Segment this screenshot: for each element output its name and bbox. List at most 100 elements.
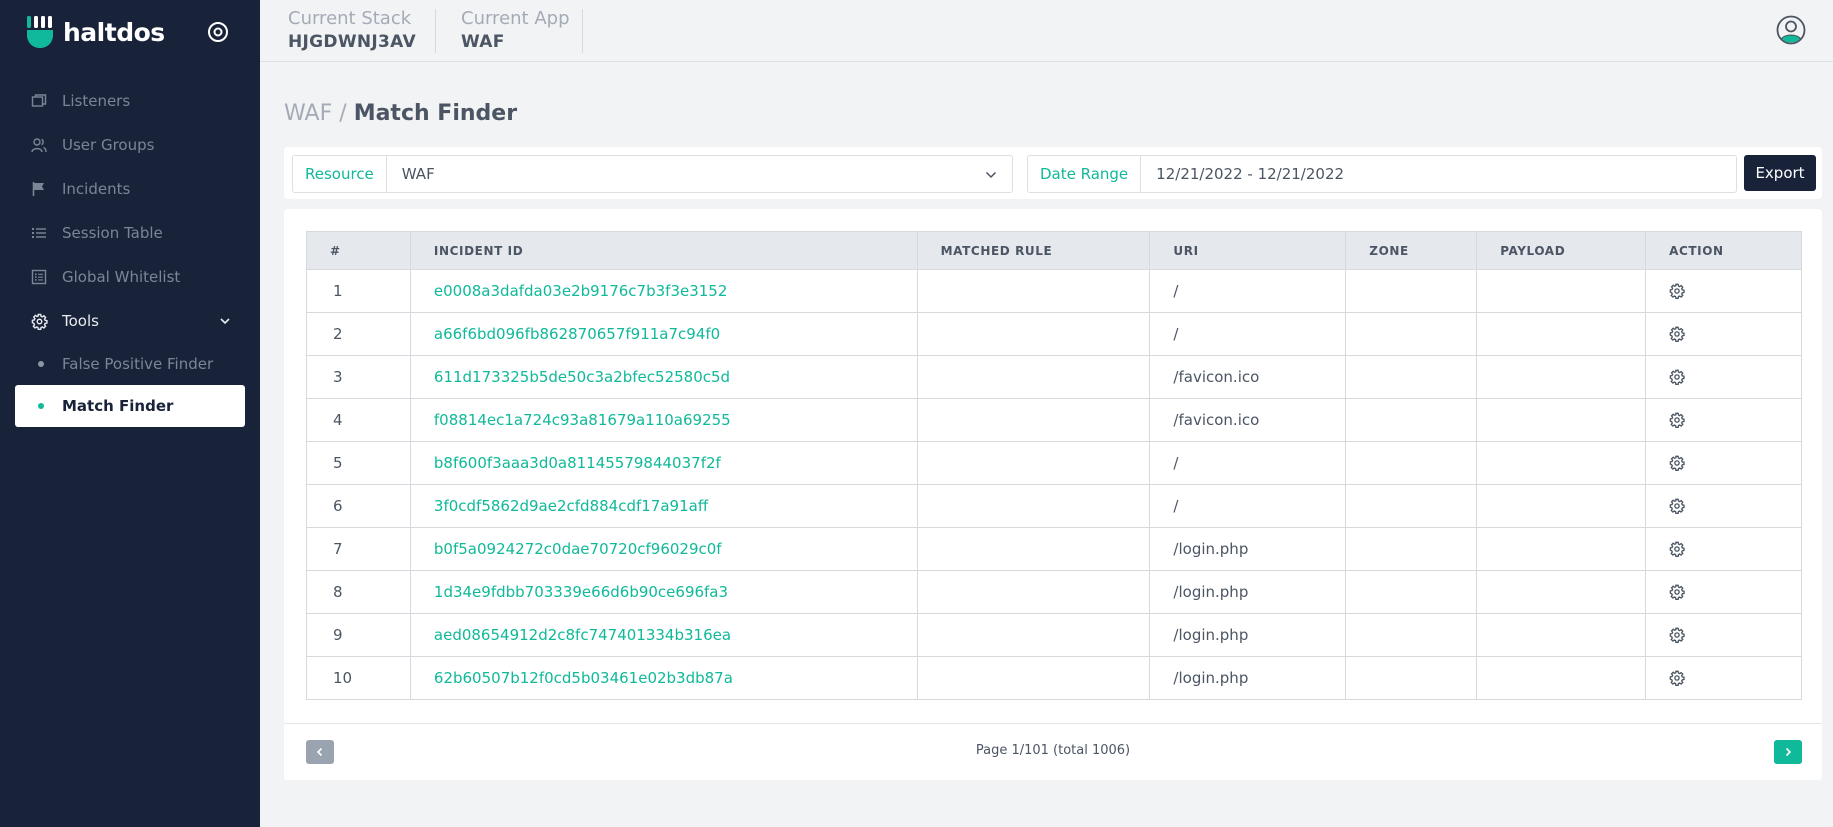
incident-id-link[interactable]: e0008a3dafda03e2b9176c7b3f3e3152 xyxy=(409,269,918,313)
payload-cell xyxy=(1476,398,1647,442)
payload-cell xyxy=(1476,269,1647,313)
action-cell[interactable] xyxy=(1645,527,1802,571)
incident-id-link[interactable]: 611d173325b5de50c3a2bfec52580c5d xyxy=(409,355,918,399)
incident-id-link[interactable]: 3f0cdf5862d9ae2cfd884cdf17a91aff xyxy=(409,484,918,528)
matched-rule-cell xyxy=(916,355,1151,399)
sidebar-item-label: Global Whitelist xyxy=(62,268,181,286)
current-app-label: Current App xyxy=(461,8,570,29)
column-header-matched-rule[interactable]: MATCHED RULE xyxy=(916,231,1151,270)
current-app[interactable]: Current App WAF xyxy=(461,8,570,52)
chevron-right-icon xyxy=(1785,747,1792,757)
action-cell[interactable] xyxy=(1645,355,1802,399)
next-page-button[interactable] xyxy=(1774,740,1802,764)
action-cell[interactable] xyxy=(1645,484,1802,528)
uri-cell: / xyxy=(1149,441,1347,485)
incident-id-link[interactable]: 62b60507b12f0cd5b03461e02b3db87a xyxy=(409,656,918,700)
table-row[interactable]: 10 62b60507b12f0cd5b03461e02b3db87a/login… xyxy=(306,656,1802,700)
matched-rule-cell xyxy=(916,269,1151,313)
date-range-input[interactable]: 12/21/2022 - 12/21/2022 xyxy=(1141,156,1736,192)
export-button[interactable]: Export xyxy=(1744,155,1816,191)
table-row[interactable]: 3 611d173325b5de50c3a2bfec52580c5d/favico… xyxy=(306,355,1802,399)
incident-id-link[interactable]: 1d34e9fdbb703339e66d6b90ce696fa3 xyxy=(409,570,918,614)
incident-id-link[interactable]: a66f6bd096fb862870657f911a7c94f0 xyxy=(409,312,918,356)
sidebar-toggle-icon[interactable] xyxy=(206,20,230,44)
sidebar-subitem-false-positive-finder[interactable]: False Positive Finder xyxy=(0,343,260,385)
gear-icon[interactable] xyxy=(1669,412,1685,428)
table-row[interactable]: 4 f08814ec1a724c93a81679a110a69255/favico… xyxy=(306,398,1802,442)
action-cell[interactable] xyxy=(1645,570,1802,614)
current-stack[interactable]: Current Stack HJGDWNJ3AV xyxy=(288,8,416,52)
breadcrumb-separator: / xyxy=(339,101,347,126)
sidebar-item-tools[interactable]: Tools xyxy=(0,299,260,343)
chevron-down-icon xyxy=(985,171,997,179)
sidebar-item-user-groups[interactable]: User Groups xyxy=(0,123,260,167)
row-index: 2 xyxy=(306,312,411,356)
action-cell[interactable] xyxy=(1645,613,1802,657)
results-table: # INCIDENT ID MATCHED RULE URI ZONE PAYL… xyxy=(306,231,1802,700)
payload-cell xyxy=(1476,355,1647,399)
incident-id-link[interactable]: aed08654912d2c8fc747401334b316ea xyxy=(409,613,918,657)
payload-cell xyxy=(1476,613,1647,657)
sidebar-subitem-match-finder[interactable]: Match Finder xyxy=(15,385,245,427)
uri-cell: / xyxy=(1149,312,1347,356)
sidebar-item-incidents[interactable]: Incidents xyxy=(0,167,260,211)
action-cell[interactable] xyxy=(1645,312,1802,356)
bullet-icon xyxy=(38,361,44,367)
column-header-zone[interactable]: ZONE xyxy=(1345,231,1478,270)
gear-icon[interactable] xyxy=(1669,455,1685,471)
gear-icon[interactable] xyxy=(1669,326,1685,342)
resource-select[interactable]: Resource WAF xyxy=(292,155,1013,193)
row-index: 9 xyxy=(306,613,411,657)
uri-cell: /login.php xyxy=(1149,613,1347,657)
table-row[interactable]: 2 a66f6bd096fb862870657f911a7c94f0 / xyxy=(306,312,1802,356)
sidebar-item-listeners[interactable]: Listeners xyxy=(0,79,260,123)
gear-icon[interactable] xyxy=(1669,670,1685,686)
table-row[interactable]: 9 aed08654912d2c8fc747401334b316ea/login.… xyxy=(306,613,1802,657)
gear-icon[interactable] xyxy=(1669,541,1685,557)
action-cell[interactable] xyxy=(1645,656,1802,700)
resource-value[interactable]: WAF xyxy=(387,156,1012,192)
divider xyxy=(582,9,583,53)
gear-icon[interactable] xyxy=(1669,498,1685,514)
table-row[interactable]: 7 b0f5a0924272c0dae70720cf96029c0f/login.… xyxy=(306,527,1802,571)
gear-icon[interactable] xyxy=(1669,627,1685,643)
gear-icon[interactable] xyxy=(1669,369,1685,385)
chevron-down-icon[interactable] xyxy=(218,314,232,328)
user-avatar-icon[interactable] xyxy=(1776,15,1806,45)
sidebar-item-session-table[interactable]: Session Table xyxy=(0,211,260,255)
action-cell[interactable] xyxy=(1645,269,1802,313)
row-index: 5 xyxy=(306,441,411,485)
column-header-payload[interactable]: PAYLOAD xyxy=(1476,231,1647,270)
table-row[interactable]: 6 3f0cdf5862d9ae2cfd884cdf17a91aff / xyxy=(306,484,1802,528)
payload-cell xyxy=(1476,656,1647,700)
sidebar-item-global-whitelist[interactable]: Global Whitelist xyxy=(0,255,260,299)
table-row[interactable]: 1 e0008a3dafda03e2b9176c7b3f3e3152 / xyxy=(306,269,1802,313)
row-index: 4 xyxy=(306,398,411,442)
payload-cell xyxy=(1476,312,1647,356)
filter-bar: Resource WAF Date Range 12/21/2022 - 12/… xyxy=(284,147,1822,199)
table-header-row: # INCIDENT ID MATCHED RULE URI ZONE PAYL… xyxy=(306,231,1802,270)
action-cell[interactable] xyxy=(1645,398,1802,442)
sidebar-item-label: Tools xyxy=(62,312,99,330)
uri-cell: /login.php xyxy=(1149,570,1347,614)
uri-cell: / xyxy=(1149,484,1347,528)
table-row[interactable]: 8 1d34e9fdbb703339e66d6b90ce696fa3/login.… xyxy=(306,570,1802,614)
row-index: 6 xyxy=(306,484,411,528)
gear-icon[interactable] xyxy=(1669,283,1685,299)
gear-icon[interactable] xyxy=(1669,584,1685,600)
zone-cell xyxy=(1345,656,1478,700)
zone-cell xyxy=(1345,484,1478,528)
incident-id-link[interactable]: b0f5a0924272c0dae70720cf96029c0f xyxy=(409,527,918,571)
date-range-field[interactable]: Date Range 12/21/2022 - 12/21/2022 xyxy=(1027,155,1737,193)
zone-cell xyxy=(1345,269,1478,313)
table-row[interactable]: 5 b8f600f3aaa3d0a81145579844037f2f / xyxy=(306,441,1802,485)
column-header-incident-id[interactable]: INCIDENT ID xyxy=(409,231,918,270)
breadcrumb-parent[interactable]: WAF xyxy=(284,101,332,126)
column-header-uri[interactable]: URI xyxy=(1149,231,1347,270)
brand[interactable]: haltdos xyxy=(26,14,165,50)
zone-cell xyxy=(1345,355,1478,399)
incident-id-link[interactable]: f08814ec1a724c93a81679a110a69255 xyxy=(409,398,918,442)
action-cell[interactable] xyxy=(1645,441,1802,485)
uri-cell: /favicon.ico xyxy=(1149,398,1347,442)
incident-id-link[interactable]: b8f600f3aaa3d0a81145579844037f2f xyxy=(409,441,918,485)
